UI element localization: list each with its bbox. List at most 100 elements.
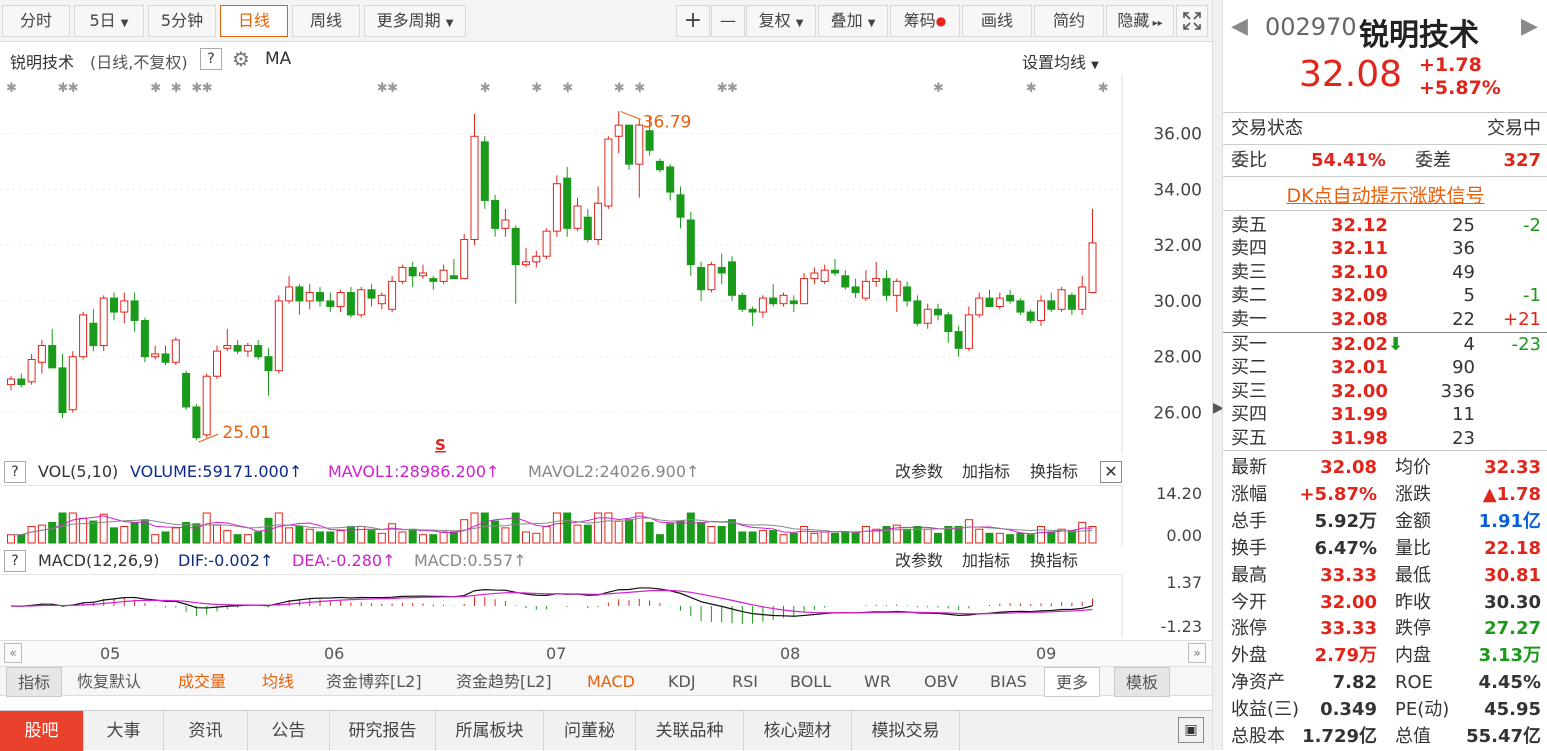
tab-capital-trend[interactable]: 资金趋势[L2] (456, 667, 552, 697)
event-marker-icon[interactable]: ✱ (202, 81, 213, 96)
vol-switch-indicator-button[interactable]: 换指标 (1030, 459, 1078, 485)
period-tab-timeshare[interactable]: 分时 (2, 5, 70, 37)
scroll-left-icon[interactable]: « (4, 643, 22, 663)
event-marker-icon[interactable]: ✱ (480, 81, 491, 96)
event-marker-icon[interactable]: ✱ (562, 81, 573, 96)
bid-row[interactable]: 买一 32.02⬇ 4 -23 (1231, 333, 1541, 356)
x-axis-scrollbar[interactable]: « » 05 06 07 08 09 (0, 640, 1212, 666)
ask-row[interactable]: 卖四 32.11 36 (1231, 237, 1541, 260)
volume-tick-label: 0.00 (1166, 526, 1202, 545)
tab-wr[interactable]: WR (864, 667, 891, 697)
draw-line-button[interactable]: 画线 (962, 5, 1032, 37)
tab-bias[interactable]: BIAS (990, 667, 1027, 697)
tab-rsi[interactable]: RSI (732, 667, 758, 697)
help-icon[interactable]: ? (4, 461, 26, 483)
candle-body (769, 297, 778, 305)
event-marker-icon[interactable]: ✱ (933, 81, 944, 96)
event-marker-icon[interactable]: ✱ (58, 81, 69, 96)
event-marker-icon[interactable]: ✱ (377, 81, 388, 96)
adjust-button[interactable]: 复权 ▼ (746, 5, 816, 37)
tab-macd[interactable]: MACD (587, 667, 635, 697)
event-marker-icon[interactable]: ✱ (1098, 81, 1109, 96)
volume-bar (635, 512, 644, 544)
ask-row[interactable]: 卖一 32.08 22 +21 (1231, 308, 1541, 331)
overlay-button[interactable]: 叠加 ▼ (818, 5, 888, 37)
ask-row[interactable]: 卖五 32.12 25 -2 (1231, 214, 1541, 237)
vol-add-indicator-button[interactable]: 加指标 (962, 459, 1010, 485)
prev-stock-icon[interactable]: ◀ (1231, 14, 1248, 39)
dk-signal-link[interactable]: DK点自动提示涨跌信号 (1223, 181, 1547, 208)
period-tab-weekly[interactable]: 周线 (292, 5, 360, 37)
period-tab-5min[interactable]: 5分钟 (148, 5, 216, 37)
hide-button[interactable]: 隐藏 ▸▸ (1106, 5, 1174, 37)
chips-button[interactable]: 筹码● (890, 5, 960, 37)
event-marker-icon[interactable]: ✱ (717, 81, 728, 96)
candle-body (810, 272, 819, 280)
event-marker-icon[interactable]: ✱ (68, 81, 79, 96)
gear-icon[interactable]: ⚙ (232, 47, 250, 71)
macd-add-indicator-button[interactable]: 加指标 (962, 548, 1010, 574)
next-stock-icon[interactable]: ▶ (1521, 14, 1538, 39)
tab-indicator[interactable]: 指标 (6, 667, 62, 697)
period-tab-daily[interactable]: 日线 (220, 5, 288, 37)
ask-row[interactable]: 卖三 32.10 49 (1231, 261, 1541, 284)
bid-row[interactable]: 买三 32.00 336 (1231, 380, 1541, 403)
level-price: 32.08 (1331, 308, 1388, 330)
scroll-right-icon[interactable]: » (1188, 643, 1206, 663)
tab-template[interactable]: 模板 (1114, 667, 1170, 697)
event-marker-icon[interactable]: ✱ (1026, 81, 1037, 96)
bid-row[interactable]: 买四 31.99 11 (1231, 403, 1541, 426)
panel-toggle-icon[interactable]: ▣ (1178, 717, 1204, 743)
event-marker-icon[interactable]: ✱ (387, 81, 398, 96)
signal-s-icon[interactable]: S (435, 436, 446, 454)
event-marker-icon[interactable]: ✱ (614, 81, 625, 96)
panel-splitter[interactable]: ▶ (1212, 0, 1224, 750)
period-tab-more[interactable]: 更多周期 ▼ (364, 5, 466, 37)
event-marker-icon[interactable]: ✱ (150, 81, 161, 96)
event-marker-icon[interactable]: ✱ (634, 81, 645, 96)
period-tab-5day[interactable]: 5日 ▼ (74, 5, 144, 37)
stat-row: 外盘 2.79万 内盘 3.13万 (1231, 644, 1541, 667)
fullscreen-button[interactable] (1176, 5, 1208, 37)
close-icon[interactable]: ✕ (1100, 461, 1122, 483)
candle-body (223, 345, 232, 349)
tab-obv[interactable]: OBV (924, 667, 958, 697)
tab-sectors[interactable]: 所属板块 (436, 711, 544, 751)
event-marker-icon[interactable]: ✱ (191, 81, 202, 96)
simple-mode-button[interactable]: 简约 (1034, 5, 1104, 37)
ask-row[interactable]: 卖二 32.09 5 -1 (1231, 284, 1541, 307)
tab-events[interactable]: 大事 (84, 711, 164, 751)
tab-boll[interactable]: BOLL (790, 667, 831, 697)
help-icon[interactable]: ? (200, 48, 222, 70)
stat-value: 4.45% (1478, 672, 1541, 694)
macd-edit-params-button[interactable]: 改参数 (895, 548, 943, 574)
event-marker-icon[interactable]: ✱ (727, 81, 738, 96)
event-marker-icon[interactable]: ✱ (531, 81, 542, 96)
bid-row[interactable]: 买五 31.98 23 (1231, 427, 1541, 450)
tab-kdj[interactable]: KDJ (668, 667, 696, 697)
tab-more[interactable]: 更多 (1044, 667, 1100, 697)
tab-ma[interactable]: 均线 (262, 667, 294, 697)
tab-guba[interactable]: 股吧 (0, 711, 84, 751)
macd-switch-indicator-button[interactable]: 换指标 (1030, 548, 1078, 574)
event-marker-icon[interactable]: ✱ (6, 81, 17, 96)
tab-restore-default[interactable]: 恢复默认 (77, 667, 141, 697)
tab-news[interactable]: 资讯 (164, 711, 248, 751)
bid-row[interactable]: 买二 32.01 90 (1231, 356, 1541, 379)
candlestick-chart[interactable]: ✱ ✱ ✱ ✱ ✱ ✱ ✱ ✱ ✱ ✱ ✱ ✱ ✱ ✱ ✱ ✱ ✱ ✱ ✱ 36.0034.0032.0030.00… (0, 74, 1212, 454)
event-marker-icon[interactable]: ✱ (171, 81, 182, 96)
tab-related[interactable]: 关联品种 (636, 711, 744, 751)
tab-volume[interactable]: 成交量 (178, 667, 226, 697)
tab-capital-game[interactable]: 资金博弈[L2] (326, 667, 422, 697)
tab-core-themes[interactable]: 核心题材 (744, 711, 852, 751)
vol-edit-params-button[interactable]: 改参数 (895, 459, 943, 485)
tab-announcements[interactable]: 公告 (248, 711, 330, 751)
help-icon[interactable]: ? (4, 550, 26, 572)
tab-research[interactable]: 研究报告 (330, 711, 436, 751)
ma-settings-button[interactable]: 设置均线 ▼ (1022, 49, 1099, 73)
zoom-in-button[interactable]: + (676, 5, 710, 37)
tab-sim-trade[interactable]: 模拟交易 (852, 711, 960, 751)
tab-ask-secretary[interactable]: 问董秘 (544, 711, 636, 751)
candle-body (1016, 300, 1025, 313)
zoom-out-button[interactable]: — (711, 5, 745, 37)
